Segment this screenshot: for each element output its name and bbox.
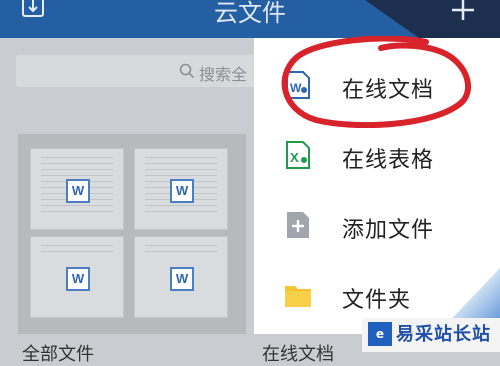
watermark: e 易采站长站 [362,318,500,352]
add-file-icon [287,212,309,238]
word-icon: W [170,179,194,203]
app-header: 云文件 [0,0,500,38]
search-icon [179,63,195,79]
menu-item-label: 在线表格 [342,148,435,173]
plus-icon [452,0,474,20]
doc-thumbnail: W [134,148,228,230]
search-placeholder: 搜索全 [199,65,248,84]
menu-item-label: 文件夹 [342,288,412,313]
watermark-logo-icon: e [368,322,392,346]
watermark-brand: 易采站长站 [396,324,491,345]
folder-icon [285,286,311,307]
page-title: 云文件 [214,0,286,27]
online-sheet-icon: X [286,141,310,169]
menu-item-online-sheet[interactable]: X 在线表格 [254,120,500,190]
file-grid-card[interactable]: W W W W [18,134,246,334]
add-button[interactable] [448,0,478,22]
highlight-circle [281,36,472,128]
svg-text:X: X [290,150,299,165]
online-docs-label[interactable]: 在线文档 [262,340,334,366]
menu-item-add-file[interactable]: 添加文件 [254,190,500,260]
menu-item-label: 添加文件 [342,218,435,243]
word-icon: W [170,267,194,291]
doc-thumbnail: W [30,236,124,318]
search-bar[interactable]: 搜索全 [16,55,276,87]
doc-thumbnail: W [30,148,124,230]
doc-thumbnail: W [134,236,228,318]
word-icon: W [66,267,90,291]
all-files-label[interactable]: 全部文件 [22,340,94,366]
word-icon: W [66,179,90,203]
